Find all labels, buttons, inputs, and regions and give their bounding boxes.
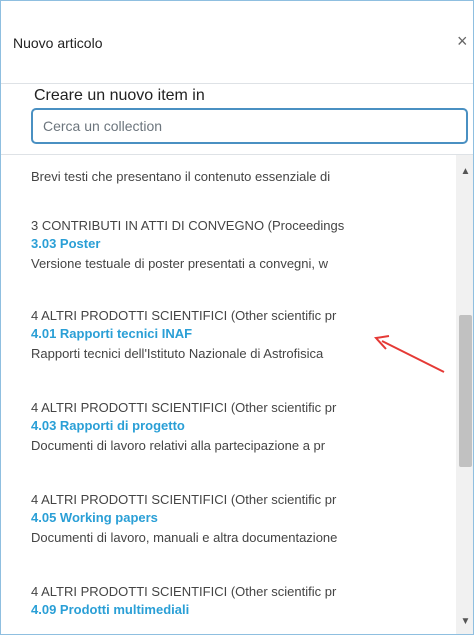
annotation-arrow-line <box>381 340 445 373</box>
annotation-arrow-icon <box>374 335 445 373</box>
